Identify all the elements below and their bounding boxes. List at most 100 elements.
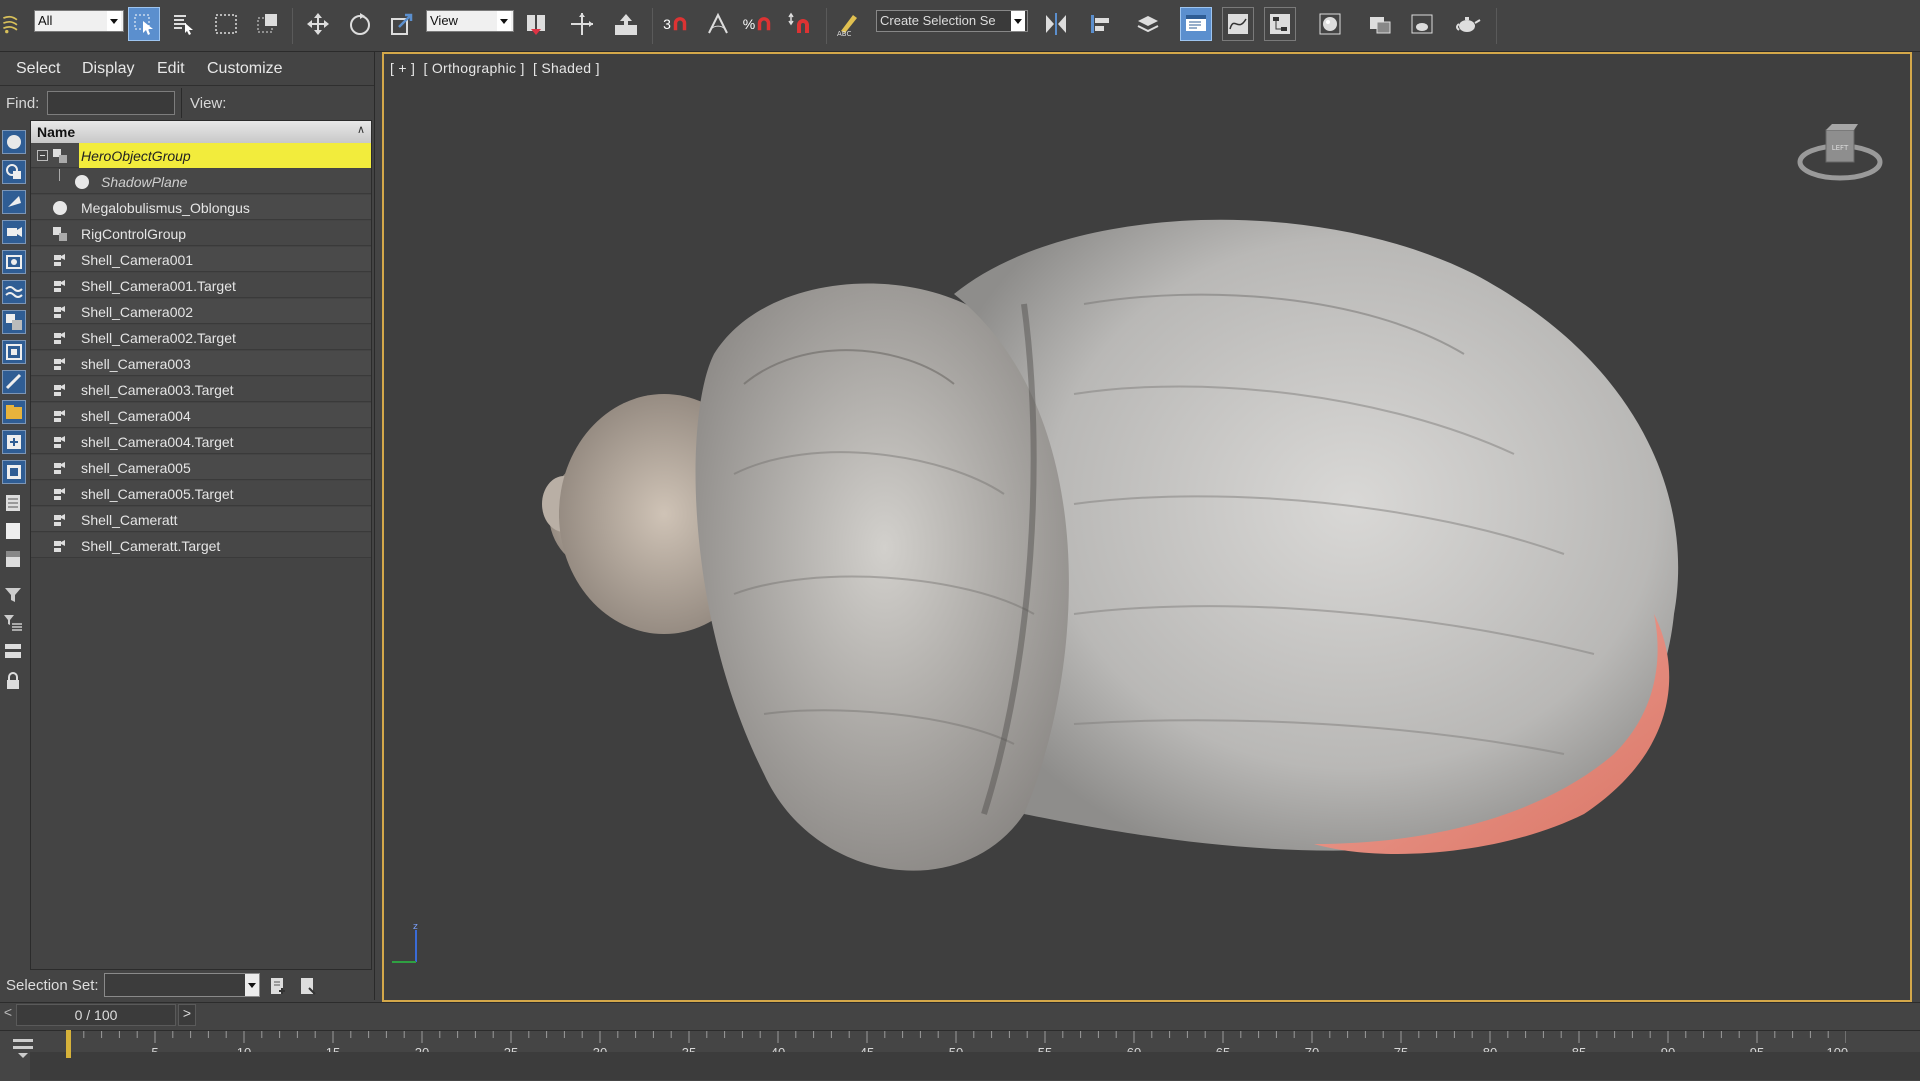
display-helpers-button[interactable] xyxy=(2,250,26,274)
shell-model[interactable] xyxy=(384,54,1910,1000)
track-bar-keys-area[interactable] xyxy=(30,1052,1920,1080)
table-row[interactable]: shell_Camera003.Target xyxy=(31,377,371,402)
display-all-button[interactable] xyxy=(2,492,26,516)
display-shapes-button[interactable] xyxy=(2,160,26,184)
pivot-icon xyxy=(527,15,545,35)
named-selection-dropdown[interactable]: Create Selection Se xyxy=(876,10,1028,32)
table-row[interactable]: Shell_Camera001.Target xyxy=(31,273,371,298)
time-slider-next[interactable]: > xyxy=(178,1004,196,1026)
table-row[interactable]: shell_Camera005.Target xyxy=(31,481,371,506)
filter-settings-button[interactable] xyxy=(2,612,26,636)
angle-snap-button[interactable] xyxy=(702,7,734,41)
display-containers-button[interactable] xyxy=(2,400,26,424)
table-row[interactable]: shell_Camera004 xyxy=(31,403,371,428)
table-row[interactable]: Shell_Camera002 xyxy=(31,299,371,324)
toolbar-divider xyxy=(1496,8,1497,44)
table-row[interactable]: Shell_Camera001 xyxy=(31,247,371,272)
rotate-button[interactable] xyxy=(344,7,376,41)
display-xrefs-button[interactable] xyxy=(2,340,26,364)
render-production-button[interactable] xyxy=(1452,7,1484,41)
row-label: Shell_Camera002.Target xyxy=(81,330,236,346)
viewcube-face-label[interactable]: LEFT xyxy=(1832,144,1849,152)
material-editor-button[interactable] xyxy=(1314,7,1346,41)
display-groups-button[interactable] xyxy=(2,310,26,334)
keyboard-shortcut-button[interactable] xyxy=(610,7,642,41)
camera-icon xyxy=(51,247,69,272)
percent-snap-button[interactable]: % xyxy=(742,7,774,41)
schematic-view-button[interactable] xyxy=(1264,7,1296,41)
spinner-snap-button[interactable] xyxy=(784,7,816,41)
scene-list: Name ∧ HeroObjectGroup ShadowPlane Megalob… xyxy=(30,120,372,970)
snaps-toggle-button[interactable]: 3 xyxy=(660,7,692,41)
menu-select[interactable]: Select xyxy=(16,60,60,78)
layers-button[interactable] xyxy=(1132,7,1164,41)
display-hidden-button[interactable] xyxy=(2,460,26,484)
find-input[interactable] xyxy=(47,91,175,115)
select-manipulate-button[interactable] xyxy=(566,7,598,41)
display-bones-button[interactable] xyxy=(2,370,26,394)
move-button[interactable] xyxy=(302,7,334,41)
hierarchy-toggle-button[interactable] xyxy=(2,640,26,664)
viewcube[interactable]: LEFT xyxy=(1790,94,1890,194)
camera-icon xyxy=(51,403,69,428)
mirror-icon xyxy=(1046,13,1066,35)
table-row[interactable]: HeroObjectGroup xyxy=(31,143,371,168)
table-row[interactable]: shell_Camera004.Target xyxy=(31,429,371,454)
table-row[interactable]: Shell_Cameratt.Target xyxy=(31,533,371,558)
collapse-toggle[interactable] xyxy=(37,150,48,161)
table-row[interactable]: Shell_Cameratt xyxy=(31,507,371,532)
pivot-center-button[interactable] xyxy=(520,7,552,41)
teapot-frame-icon xyxy=(1411,14,1433,34)
toolbar-divider xyxy=(826,8,827,44)
time-slider[interactable]: 0 / 100 xyxy=(16,1004,176,1026)
scene-explorer-toggle-button[interactable] xyxy=(1180,7,1212,41)
current-frame-marker[interactable] xyxy=(66,1030,71,1058)
display-cameras-button[interactable] xyxy=(2,220,26,244)
reference-coordinate-dropdown[interactable]: View xyxy=(426,10,514,32)
selection-set-label: Selection Set: xyxy=(6,977,99,994)
table-row[interactable]: shell_Camera003 xyxy=(31,351,371,376)
time-slider-prev[interactable]: < xyxy=(0,1004,16,1026)
align-button[interactable] xyxy=(1084,7,1116,41)
edit-selection-set-icon[interactable] xyxy=(298,976,318,996)
rectangular-selection-button[interactable] xyxy=(210,7,242,41)
select-object-button[interactable] xyxy=(128,7,160,41)
menu-display[interactable]: Display xyxy=(82,60,134,78)
display-spacewarps-button[interactable] xyxy=(2,280,26,304)
selection-filter-dropdown[interactable]: All xyxy=(34,10,124,32)
sphere-icon xyxy=(7,135,21,149)
named-selection-value: Create Selection Se xyxy=(880,13,996,28)
perspective-viewport[interactable]: [ + ] [ Orthographic ] [ Shaded ] LEFT z xyxy=(382,52,1912,1002)
camera-icon xyxy=(51,325,69,350)
rendered-frame-window-button[interactable] xyxy=(1406,7,1438,41)
display-lights-button[interactable] xyxy=(2,190,26,214)
camera-icon xyxy=(51,429,69,454)
find-label: Find: xyxy=(6,95,40,112)
table-row[interactable]: ShadowPlane xyxy=(31,169,371,194)
main-toolbar: All View 3 % ABC Create Selection Se xyxy=(0,0,1920,52)
menu-customize[interactable]: Customize xyxy=(207,60,283,78)
link-icon[interactable] xyxy=(0,7,22,41)
mirror-button[interactable] xyxy=(1040,7,1072,41)
scale-button[interactable] xyxy=(386,7,418,41)
edit-named-selection-button[interactable]: ABC xyxy=(832,7,864,41)
display-invert-button[interactable] xyxy=(2,548,26,572)
display-frozen-button[interactable] xyxy=(2,430,26,454)
table-row[interactable]: Shell_Camera002.Target xyxy=(31,325,371,350)
select-by-name-button[interactable] xyxy=(168,7,200,41)
table-row[interactable]: RigControlGroup xyxy=(31,221,371,246)
curve-editor-button[interactable] xyxy=(1222,7,1254,41)
render-setup-button[interactable] xyxy=(1364,7,1396,41)
column-header[interactable]: Name ∧ xyxy=(31,121,371,144)
new-selection-set-icon[interactable] xyxy=(268,976,288,996)
filter-toggle-button[interactable] xyxy=(2,584,26,608)
window-crossing-icon xyxy=(257,14,277,33)
display-geometry-button[interactable] xyxy=(2,130,26,154)
lock-toggle-button[interactable] xyxy=(2,670,26,694)
table-row[interactable]: shell_Camera005 xyxy=(31,455,371,480)
menu-edit[interactable]: Edit xyxy=(157,60,185,78)
display-none-button[interactable] xyxy=(2,520,26,544)
table-row[interactable]: Megalobulismus_Oblongus xyxy=(31,195,371,220)
window-crossing-button[interactable] xyxy=(252,7,284,41)
selection-set-dropdown[interactable] xyxy=(104,973,260,997)
